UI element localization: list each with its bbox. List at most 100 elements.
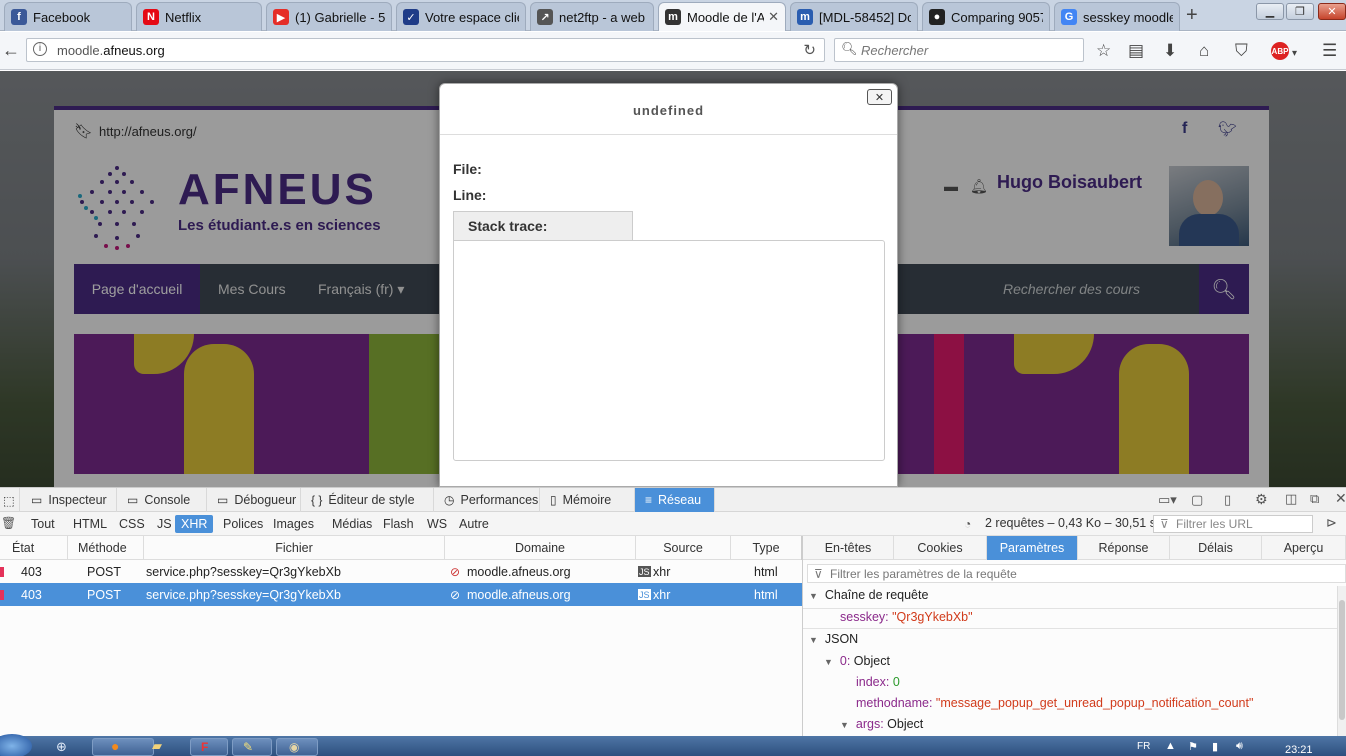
browser-search-input[interactable]: 🔍︎ Rechercher xyxy=(834,38,1084,62)
json-object-0[interactable]: ▼ 0: Object xyxy=(824,654,890,668)
filter-button-6[interactable]: Images xyxy=(267,515,320,533)
undock-icon[interactable]: ⧉ xyxy=(1310,491,1319,507)
language-indicator[interactable]: FR xyxy=(1137,741,1150,752)
col-source[interactable]: Source xyxy=(636,536,731,560)
minimize-button[interactable]: ▁ xyxy=(1256,3,1284,20)
clear-trash-icon[interactable]: 🗑︎ xyxy=(1,516,16,530)
firefox-taskbar-button[interactable]: ● xyxy=(92,738,154,756)
col-type[interactable]: Type xyxy=(731,536,802,560)
adblock-menu-icon[interactable]: ▾ xyxy=(1292,44,1297,64)
start-button[interactable] xyxy=(0,734,32,756)
browser-tab-8[interactable]: Gsesskey moodle xyxy=(1054,2,1180,31)
settings-gear-icon[interactable]: ⚙ xyxy=(1255,491,1268,508)
url-prefix: moodle. xyxy=(57,42,104,58)
performance-analysis-icon[interactable]: ◔ xyxy=(964,517,971,531)
request-details-tabs: En-têtes Cookies Paramètres Réponse Délais Ap… xyxy=(803,536,1346,560)
windows-taskbar: ⊕ ● ▰ F ✎ ◉ FR ▲ ⚑ ▮ 🔊︎ 23:21 xyxy=(0,734,1346,756)
filter-button-9[interactable]: WS xyxy=(421,515,453,533)
browser-tab-4[interactable]: ↗ net2ftp - a web b xyxy=(530,2,654,31)
toggle-sidebar-icon[interactable]: ⊳ xyxy=(1326,515,1337,531)
info-icon[interactable]: i xyxy=(33,42,47,56)
details-tab-3[interactable]: Réponse xyxy=(1078,536,1170,560)
col-status[interactable]: État xyxy=(0,536,68,560)
filter-button-4[interactable]: XHR xyxy=(175,515,214,533)
details-tab-4[interactable]: Délais xyxy=(1170,536,1262,560)
reading-list-icon[interactable]: ▤ xyxy=(1128,41,1144,61)
details-tab-1[interactable]: Cookies xyxy=(894,536,987,560)
filter-button-3[interactable]: JS xyxy=(151,515,178,533)
stack-trace-content xyxy=(453,240,885,461)
browser-tab-1[interactable]: N Netflix xyxy=(136,2,262,31)
filter-button-7[interactable]: Médias xyxy=(326,515,378,533)
error-marker xyxy=(0,567,4,577)
stack-trace-tab[interactable]: Stack trace: xyxy=(453,211,633,241)
hamburger-menu-icon[interactable]: ☰ xyxy=(1322,41,1337,61)
download-icon[interactable]: ⬇ xyxy=(1163,41,1177,61)
notepad-taskbar-button[interactable]: ✎ xyxy=(232,738,272,756)
devtools-tab-6[interactable]: ≡ Réseau xyxy=(635,488,715,512)
params-filter-placeholder: Filtrer les paramètres de la requête xyxy=(830,567,1017,581)
console-icon: ▭ xyxy=(127,493,139,507)
clock-time[interactable]: 23:21 xyxy=(1285,744,1313,756)
home-icon[interactable]: ⌂ xyxy=(1199,41,1209,61)
details-scrollbar[interactable] xyxy=(1337,586,1346,736)
close-tab-icon[interactable]: ✕ xyxy=(768,9,779,25)
filter-button-1[interactable]: HTML xyxy=(67,515,113,533)
screenshot-icon[interactable]: ▯ xyxy=(1224,492,1231,508)
tray-arrow-icon[interactable]: ▲ xyxy=(1165,740,1176,752)
window-close-button[interactable]: ✕ xyxy=(1318,3,1346,20)
filter-button-0[interactable]: Tout xyxy=(25,515,61,533)
url-filter-input[interactable]: ⊽ Filtrer les URL xyxy=(1153,515,1313,533)
json-section[interactable]: ▼ JSON xyxy=(809,632,858,646)
pocket-icon[interactable]: ⛉ xyxy=(1235,41,1248,61)
object-key: 0: xyxy=(839,654,851,668)
devtools-tab-5[interactable]: ▯ Mémoire xyxy=(540,488,635,512)
ie-icon[interactable]: ⊕ xyxy=(56,739,67,755)
browser-tab-5[interactable]: m Moodle de l'A ✕ xyxy=(658,2,786,31)
devtools-tab-4[interactable]: ◷ Performances xyxy=(434,488,540,512)
close-devtools-icon[interactable]: ✕ xyxy=(1335,490,1346,507)
query-string-section[interactable]: ▼ Chaîne de requête xyxy=(809,588,928,602)
col-file[interactable]: Fichier xyxy=(144,536,445,560)
back-icon[interactable]: ← xyxy=(2,40,20,60)
browser-tab-3[interactable]: ✓ Votre espace clie xyxy=(396,2,526,31)
dialog-close-button[interactable]: ✕ xyxy=(867,89,892,105)
action-center-icon[interactable]: ⚑ xyxy=(1188,740,1198,753)
volume-icon[interactable]: 🔊︎ xyxy=(1236,740,1243,753)
col-method[interactable]: Méthode xyxy=(68,536,144,560)
request-row[interactable]: 403 POST service.php?sesskey=Qr3gYkebXb ⊘ mo… xyxy=(0,583,802,606)
details-tab-2[interactable]: Paramètres xyxy=(987,536,1078,560)
network-icon[interactable]: ▮ xyxy=(1212,740,1218,753)
devtools-tab-2[interactable]: ▭ Débogueur xyxy=(207,488,301,512)
filter-button-2[interactable]: CSS xyxy=(113,515,151,533)
explorer-icon[interactable]: ▰ xyxy=(152,738,162,754)
browser-tab-7[interactable]: ● Comparing 9057 xyxy=(922,2,1050,31)
filter-button-8[interactable]: Flash xyxy=(377,515,420,533)
devtools-tab-3[interactable]: { } Éditeur de style xyxy=(301,488,434,512)
url-bar[interactable]: i moodle. afneus.org ↻ xyxy=(26,38,825,62)
scratchpad-icon[interactable]: ▢ xyxy=(1191,492,1203,508)
details-tab-5[interactable]: Aperçu xyxy=(1262,536,1346,560)
params-filter-input[interactable]: ⊽ Filtrer les paramètres de la requête xyxy=(807,564,1346,583)
details-tab-0[interactable]: En-têtes xyxy=(803,536,894,560)
app-taskbar-button[interactable]: ◉ xyxy=(276,738,318,756)
filter-button-5[interactable]: Polices xyxy=(217,515,269,533)
request-row[interactable]: 403 POST service.php?sesskey=Qr3gYkebXb ⊘ mo… xyxy=(0,560,802,583)
adblock-icon[interactable]: ABP xyxy=(1271,42,1289,60)
filter-button-10[interactable]: Autre xyxy=(453,515,495,533)
responsive-mode-icon[interactable]: ▭▾ xyxy=(1158,492,1177,508)
devtools-tab-0[interactable]: ▭ Inspecteur xyxy=(21,488,117,512)
new-tab-button[interactable]: + xyxy=(1186,4,1198,27)
col-domain[interactable]: Domaine xyxy=(445,536,636,560)
dock-side-icon[interactable]: ◫ xyxy=(1285,491,1297,507)
filezilla-taskbar-button[interactable]: F xyxy=(190,738,228,756)
devtools-tab-1[interactable]: ▭ Console xyxy=(117,488,207,512)
browser-tab-6[interactable]: m [MDL-58452] Do xyxy=(790,2,918,31)
browser-tab-2[interactable]: ▶ (1) Gabrielle - 5 fr xyxy=(266,2,392,31)
bookmark-star-icon[interactable]: ☆ xyxy=(1096,41,1111,61)
maximize-button[interactable]: ❐ xyxy=(1286,3,1314,20)
pick-element-icon[interactable]: ⬚ xyxy=(0,488,20,512)
browser-tab-0[interactable]: f Facebook xyxy=(4,2,132,31)
reload-icon[interactable]: ↻ xyxy=(803,41,816,59)
json-args[interactable]: ▼ args: Object xyxy=(840,717,923,731)
